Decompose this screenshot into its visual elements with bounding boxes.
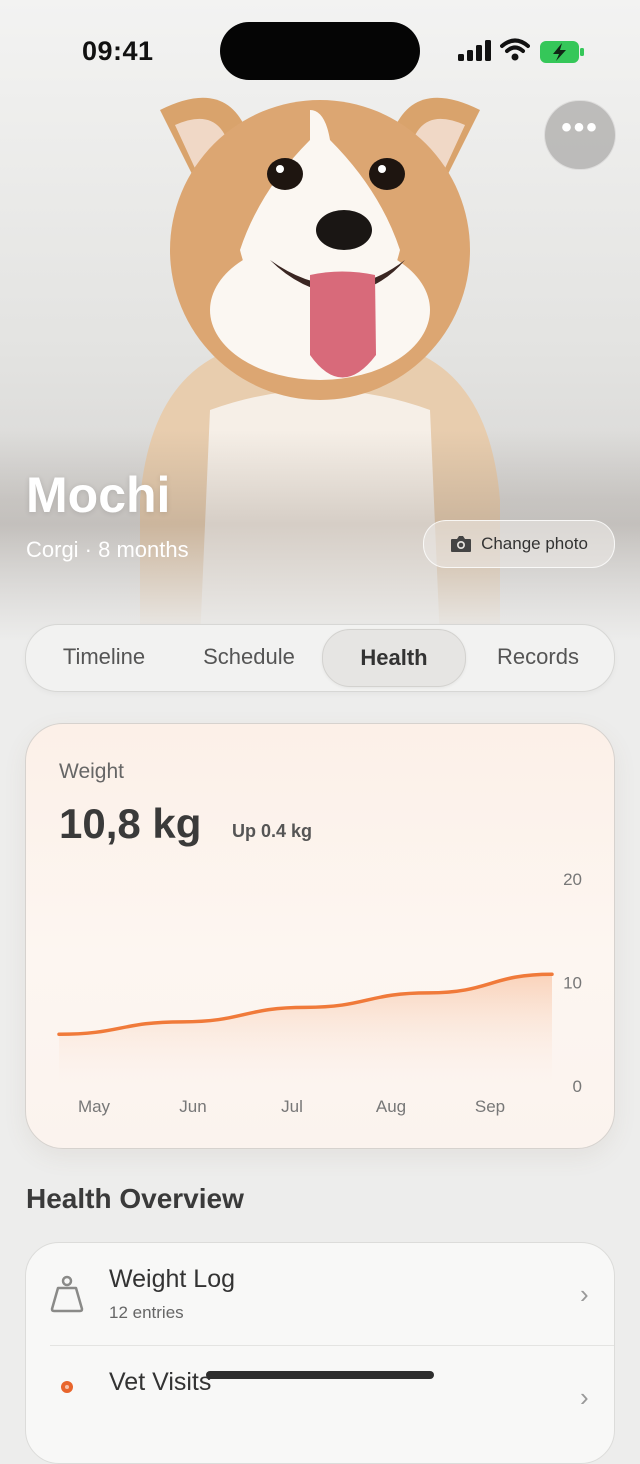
pet-name: Mochi <box>26 467 171 523</box>
x-tick-label: Sep <box>475 1097 505 1116</box>
camera-icon <box>451 536 472 552</box>
scale-icon <box>50 1275 84 1313</box>
cellular-signal-icon <box>458 40 491 61</box>
vet-visits-title: Vet Visits <box>109 1368 212 1396</box>
wifi-icon <box>500 38 530 61</box>
list-item-vet-visits[interactable]: Vet Visits › <box>26 1346 614 1448</box>
chevron-right-icon: › <box>580 1279 589 1309</box>
pet-subtitle: Corgi · 8 months <box>26 537 189 562</box>
weight-log-subtitle: 12 entries <box>109 1303 184 1322</box>
y-tick-label: 10 <box>563 974 582 993</box>
health-overview-list: Weight Log 12 entries › Vet Visits › <box>25 1242 615 1464</box>
tab-health[interactable]: Health <box>322 629 466 687</box>
list-item-weight-log[interactable]: Weight Log 12 entries › <box>26 1243 614 1345</box>
ellipsis-icon: ••• <box>561 111 599 144</box>
chevron-right-icon: › <box>580 1382 589 1412</box>
x-tick-label: May <box>78 1097 111 1116</box>
section-tabs: Timeline Schedule Health Records <box>25 624 615 692</box>
weight-card[interactable]: Weight 10,8 kg Up 0.4 kg 0 10 20 May Jun Jul A… <box>25 723 615 1149</box>
home-indicator <box>206 1371 434 1379</box>
dynamic-island <box>220 22 420 80</box>
weight-area <box>59 974 552 1086</box>
status-time: 09:41 <box>82 36 154 66</box>
tab-schedule[interactable]: Schedule <box>181 629 317 685</box>
x-tick-label: Aug <box>376 1097 406 1116</box>
tab-records[interactable]: Records <box>470 629 606 685</box>
tab-timeline[interactable]: Timeline <box>36 629 172 685</box>
status-bar: 09:41 <box>0 0 640 100</box>
battery-charging-icon <box>540 41 584 63</box>
x-tick-label: Jul <box>281 1097 303 1116</box>
change-photo-button[interactable]: Change photo <box>423 520 615 568</box>
y-tick-label: 20 <box>563 870 582 889</box>
weight-log-title: Weight Log <box>109 1265 236 1293</box>
health-overview-title: Health Overview <box>26 1183 244 1214</box>
change-photo-label: Change photo <box>481 534 588 553</box>
y-tick-label: 0 <box>573 1077 582 1096</box>
more-options-button[interactable]: ••• <box>544 100 616 170</box>
weight-chart: 0 10 20 May Jun Jul Aug Sep <box>57 870 582 1116</box>
x-tick-label: Jun <box>179 1097 206 1116</box>
